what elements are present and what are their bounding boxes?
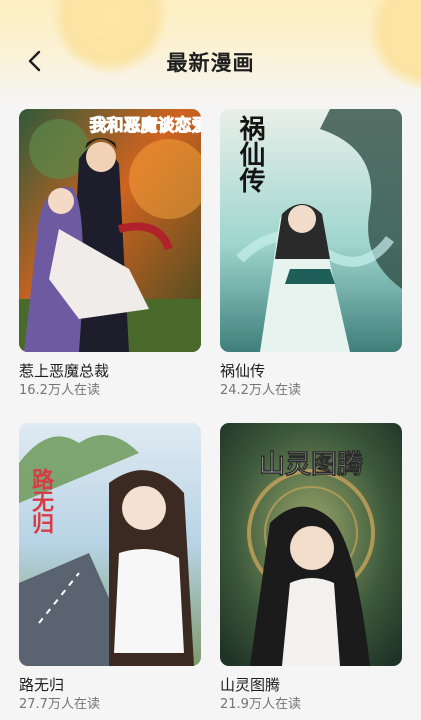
comic-card-huoxian[interactable]: 祸仙传 祸仙传 24.2万人在读 [220,109,402,399]
comic-cover[interactable]: 我和恶魔谈恋爱 [19,109,201,352]
comic-card-shanling[interactable]: 山灵图腾 山灵图腾 21.9万人在读 [220,423,402,713]
comic-cover-art: 路无归 [19,423,201,666]
cover-title-text: 祸仙传 [235,115,266,194]
comic-readers: 16.2万人在读 [19,383,100,398]
comic-readers: 21.9万人在读 [220,697,301,712]
comic-card-luwugui[interactable]: 路无归 路无归 27.7万人在读 [19,423,201,713]
comic-readers: 27.7万人在读 [19,697,100,712]
comic-title: 山灵图腾 [220,676,281,694]
comic-readers: 24.2万人在读 [220,383,301,398]
comic-title: 惹上恶魔总裁 [19,362,110,380]
comic-cover-art: 祸仙传 [220,109,402,352]
comic-cover[interactable]: 祸仙传 [220,109,402,352]
comic-cover[interactable]: 山灵图腾 [220,423,402,666]
comic-cover-art: 山灵图腾 [220,423,402,666]
comic-title: 路无归 [19,676,65,694]
comic-title: 祸仙传 [220,362,266,380]
cover-title-text: 我和恶魔谈恋爱 [90,115,202,136]
comic-cover-art: 我和恶魔谈恋爱 [19,109,201,352]
page-title: 最新漫画 [166,51,255,75]
cover-title-text: 山灵图腾 [259,450,364,480]
comic-cover[interactable]: 路无归 [19,423,201,666]
header-bar: 最新漫画 [0,0,421,110]
cover-title-text: 路无归 [28,467,54,535]
comic-card-rershang[interactable]: 我和恶魔谈恋爱 惹上恶魔总裁 16.2万人在读 [19,109,201,399]
